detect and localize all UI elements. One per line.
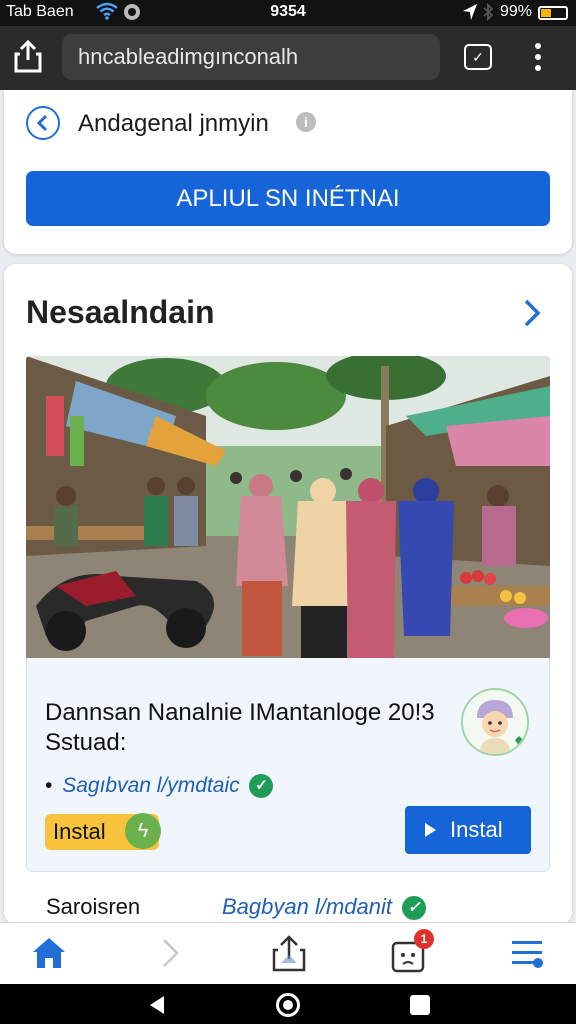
system-home-icon[interactable]	[276, 993, 300, 1017]
bullet: •	[45, 774, 53, 797]
developer-avatar	[461, 688, 529, 756]
top-card: Andagenal jnmyin i APLIUL SN INÉTNAI	[4, 90, 572, 254]
install-badge-label: Instal	[53, 819, 106, 844]
browser-toolbar: hncableadimgınconalh ✓	[0, 26, 576, 90]
install-badge[interactable]: Instal ϟ	[45, 813, 161, 850]
market-photo	[26, 356, 550, 658]
url-field[interactable]: hncableadimgınconalh	[62, 34, 440, 80]
next-listing-label: Saroisren	[46, 894, 141, 919]
play-icon	[425, 823, 436, 837]
install-button[interactable]: Instal	[405, 806, 531, 854]
notification-badge: 1	[414, 929, 434, 949]
page-title: Andagenal jnmyin	[78, 110, 269, 137]
bottom-navigation: 1	[0, 922, 576, 984]
app-listing[interactable]: Dannsan Nanalnie IMantanloge 20!3 Sstuad…	[26, 658, 550, 872]
app-title: Dannsan Nanalnie IMantanloge 20!3 Sstuad…	[45, 699, 435, 756]
system-recents-icon[interactable]	[410, 995, 430, 1015]
back-circle-icon[interactable]	[26, 106, 60, 140]
verified-check-icon: ✓	[402, 896, 427, 921]
forward-icon[interactable]	[160, 937, 182, 969]
share-icon[interactable]	[12, 39, 44, 74]
chevron-right-icon[interactable]	[520, 298, 546, 328]
verified-check-icon: ✓	[249, 774, 274, 799]
next-listing-developer: Bagbyan l/mdanit ✓	[222, 894, 427, 921]
share-up-icon[interactable]	[270, 933, 308, 973]
more-vert-icon[interactable]	[526, 40, 550, 74]
next-listing-row[interactable]: Saroisren Bagbyan l/mdanit ✓	[46, 894, 546, 921]
developer-line: • Sagıbvan l/ymdtaic ✓	[45, 774, 274, 799]
apply-button[interactable]: APLIUL SN INÉTNAI	[26, 171, 550, 226]
battery-icon	[538, 6, 568, 20]
install-button-label: Instal	[450, 817, 503, 842]
tabs-icon[interactable]: ✓	[464, 44, 492, 70]
info-icon[interactable]: i	[296, 112, 316, 132]
bolt-icon: ϟ	[125, 813, 161, 849]
menu-icon[interactable]	[510, 937, 546, 971]
home-icon[interactable]	[30, 935, 68, 971]
next-listing-developer-name: Bagbyan l/mdanit	[222, 894, 392, 919]
developer-name[interactable]: Sagıbvan l/ymdtaic	[62, 774, 239, 797]
content-card: Nesaalndain Dannsan Nanalnie IMantanloge…	[4, 264, 572, 924]
bluetooth-icon	[482, 2, 494, 26]
system-back-icon[interactable]	[148, 995, 166, 1020]
section-title: Nesaalndain	[26, 294, 215, 330]
location-icon	[462, 3, 478, 26]
battery-percent: 99%	[500, 3, 533, 20]
status-bar: Tab Baen 9354 99%	[0, 0, 576, 26]
system-navigation	[0, 984, 576, 1024]
